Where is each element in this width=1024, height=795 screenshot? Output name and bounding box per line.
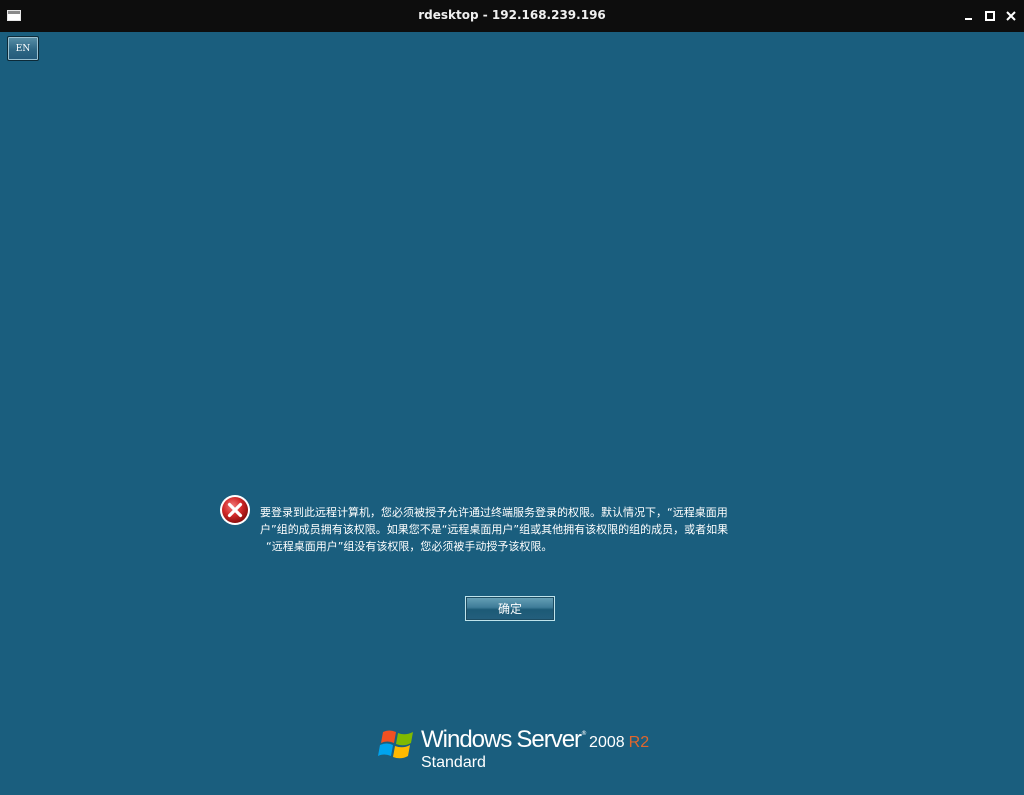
product-name: Windows Server®2008 R2 [421, 726, 649, 754]
minimize-button[interactable] [960, 8, 976, 24]
remote-desktop-screen: EN 要登录到此远程计算机，您必须被授予允许通过终端服务登录的权限。默认情况下，… [0, 32, 1024, 795]
product-server: Server [516, 726, 582, 753]
product-windows: Windows [421, 726, 512, 753]
product-release: R2 [628, 734, 650, 751]
product-edition: Standard [421, 754, 486, 771]
close-icon [1006, 11, 1016, 21]
window-title: rdesktop - 192.168.239.196 [418, 8, 606, 22]
error-message-line: “远程桌面用户”组没有该权限，您必须被手动授予该权限。 [266, 540, 553, 553]
trademark: ® [581, 730, 588, 737]
error-message: 要登录到此远程计算机，您必须被授予允许通过终端服务登录的权限。默认情况下，“远程… [260, 504, 800, 555]
close-button[interactable] [1003, 8, 1019, 24]
language-button[interactable]: EN [7, 36, 39, 61]
maximize-icon [985, 11, 995, 21]
windows-flag-logo [378, 730, 413, 759]
ok-button[interactable]: 确定 [465, 596, 555, 621]
error-message-line: 户”组的成员拥有该权限。如果您不是“远程桌面用户”组或其他拥有该权限的组的成员，… [260, 523, 729, 536]
title-bar: rdesktop - 192.168.239.196 [0, 0, 1024, 32]
error-icon [220, 495, 250, 525]
product-year: 2008 [589, 734, 625, 751]
windows-server-branding: Windows Server®2008 R2 Standard [377, 724, 657, 784]
error-message-line: 要登录到此远程计算机，您必须被授予允许通过终端服务登录的权限。默认情况下，“远程… [260, 506, 728, 519]
maximize-button[interactable] [982, 8, 998, 24]
minimize-icon [964, 18, 972, 20]
